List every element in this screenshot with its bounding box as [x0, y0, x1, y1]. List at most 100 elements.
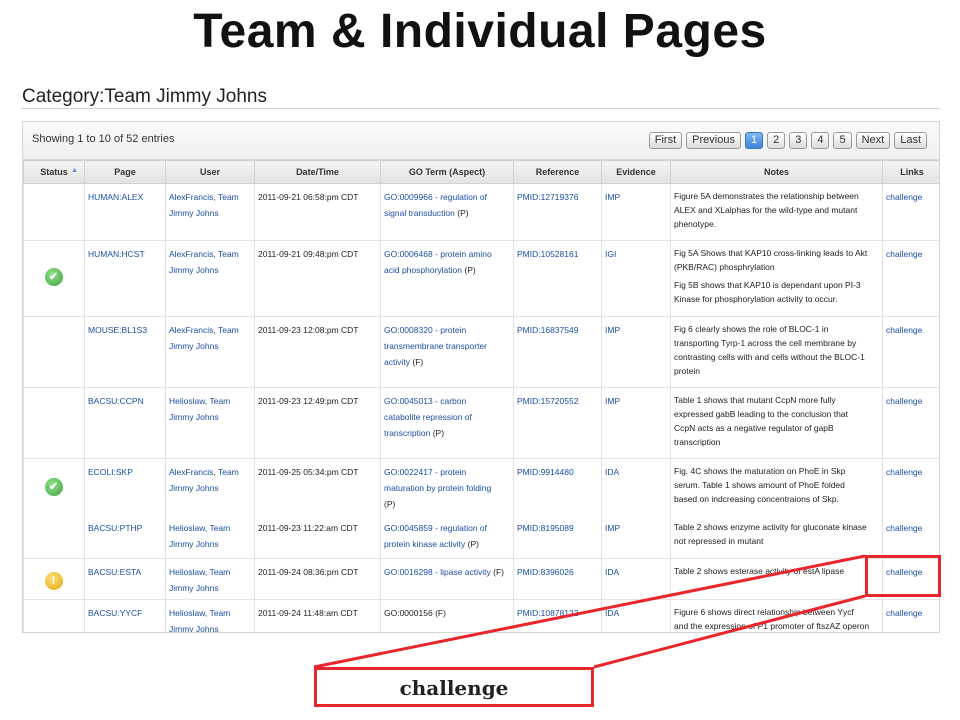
evidence-link[interactable]: IMP — [605, 325, 620, 335]
team-link[interactable]: Jimmy Johns — [169, 583, 219, 593]
goterm-link-cont[interactable]: catabolite repression of — [384, 412, 472, 422]
notes-cell: Fig 6 clearly shows the role of BLOC-1 i… — [670, 316, 883, 388]
user-link[interactable]: AlexFrancis, Team — [169, 249, 239, 259]
evidence-link[interactable]: IDA — [605, 567, 619, 577]
page-link[interactable]: BACSU:CCPN — [88, 396, 144, 406]
reference-link[interactable]: PMID:12719376 — [517, 192, 578, 202]
page-1-button[interactable]: 1 — [744, 132, 764, 149]
page-link[interactable]: BACSU:PTHP — [88, 523, 142, 533]
goterm-link[interactable]: GO:0045013 - carbon — [384, 396, 466, 406]
column-header-evidence[interactable]: Evidence — [601, 160, 671, 184]
previous-page-button[interactable]: Previous — [686, 132, 741, 149]
column-header-datetime[interactable]: Date/Time — [254, 160, 381, 184]
page-link[interactable]: MOUSE:BL1S3 — [88, 325, 147, 335]
user-link[interactable]: Helioslaw, Team — [169, 608, 230, 618]
status-cell: ✔ — [23, 458, 85, 515]
column-header-user[interactable]: User — [165, 160, 255, 184]
page-4-button[interactable]: 4 — [811, 132, 830, 149]
user-link[interactable]: AlexFrancis, Team — [169, 467, 239, 477]
page-3-button[interactable]: 3 — [789, 132, 808, 149]
reference-link[interactable]: PMID:10528161 — [517, 249, 578, 259]
goterm-link[interactable]: GO:0009966 - regulation of — [384, 192, 487, 202]
challenge-link[interactable]: challenge — [886, 467, 922, 477]
first-page-button[interactable]: First — [648, 132, 683, 149]
goterm-link-cont[interactable]: maturation by protein folding — [384, 483, 491, 493]
column-header-notes[interactable]: Notes — [670, 160, 883, 184]
status-cell — [23, 316, 85, 388]
evidence-link[interactable]: IDA — [605, 467, 619, 477]
callout-label: challenge — [399, 676, 509, 700]
column-header-status[interactable]: Status ▲ — [23, 160, 85, 184]
datetime-cell: 2011-09-24 08:36:pm CDT — [254, 558, 381, 600]
challenge-link[interactable]: challenge — [886, 325, 922, 335]
team-link[interactable]: Jimmy Johns — [169, 208, 219, 218]
challenge-callout: challenge — [314, 667, 594, 707]
aspect: (P) — [464, 265, 476, 275]
team-link[interactable]: Jimmy Johns — [169, 483, 219, 493]
goterm-link-cont[interactable]: transmembrane transporter — [384, 341, 487, 351]
column-header-reference[interactable]: Reference — [513, 160, 602, 184]
page-link[interactable]: BACSU:ESTA — [88, 567, 141, 577]
goterm-link[interactable]: GO:0016298 - lipase activity — [384, 567, 491, 577]
reference-link[interactable]: PMID:16837549 — [517, 325, 578, 335]
reference-link[interactable]: PMID:9914480 — [517, 467, 574, 477]
page-link[interactable]: ECOLI:SKP — [88, 467, 133, 477]
challenge-link[interactable]: challenge — [886, 523, 922, 533]
evidence-link[interactable]: IMP — [605, 523, 620, 533]
team-link[interactable]: Jimmy Johns — [169, 624, 219, 633]
notes-cell: Figure 6 shows direct relationship betwe… — [670, 599, 883, 632]
page-link[interactable]: BACSU:YYCF — [88, 608, 142, 618]
reference-link[interactable]: PMID:15720552 — [517, 396, 578, 406]
page-link[interactable]: HUMAN:HCST — [88, 249, 145, 259]
datetime-cell: 2011-09-23 11:22:am CDT — [254, 515, 381, 559]
challenge-link[interactable]: challenge — [886, 249, 922, 259]
next-page-button[interactable]: Next — [855, 132, 891, 149]
column-header-goterm[interactable]: GO Term (Aspect) — [380, 160, 514, 184]
team-link[interactable]: Jimmy Johns — [169, 412, 219, 422]
user-link[interactable]: AlexFrancis, Team — [169, 192, 239, 202]
column-header-links[interactable]: Links — [882, 160, 939, 184]
goterm-link[interactable]: GO:0008320 - protein — [384, 325, 466, 335]
notes-cell: Fig 5A Shows that KAP10 cross-linking le… — [670, 240, 883, 317]
evidence-link[interactable]: IMP — [605, 396, 620, 406]
goterm-link-cont[interactable]: activity — [384, 357, 410, 367]
goterm-link-cont[interactable]: acid phosphorylation — [384, 265, 462, 275]
last-page-button[interactable]: Last — [894, 132, 927, 149]
goterm-link[interactable]: GO:0006468 - protein amino — [384, 249, 492, 259]
evidence-link[interactable]: IDA — [605, 608, 619, 618]
challenge-link[interactable]: challenge — [886, 608, 922, 618]
reference-link[interactable]: PMID:10878122 — [517, 608, 578, 618]
pagination: First Previous 1 2 3 4 5 Next Last — [648, 132, 927, 149]
challenge-link[interactable]: challenge — [886, 396, 922, 406]
evidence-link[interactable]: IGI — [605, 249, 616, 259]
annotations-table: Status ▲ Page User Date/Time GO Term (Asp… — [23, 160, 939, 633]
challenge-link[interactable]: challenge — [886, 192, 922, 202]
evidence-link[interactable]: IMP — [605, 192, 620, 202]
goterm-link-cont[interactable]: protein kinase activity — [384, 539, 465, 549]
goterm-link-cont[interactable]: signal transduction — [384, 208, 455, 218]
goterm-link-cont[interactable]: transcription — [384, 428, 430, 438]
datetime-cell: 2011-09-21 09:48:pm CDT — [254, 240, 381, 317]
page-link[interactable]: HUMAN:ALEX — [88, 192, 143, 202]
reference-link[interactable]: PMID:8396026 — [517, 567, 574, 577]
notes-cell: Table 1 shows that mutant CcpN more full… — [670, 387, 883, 459]
status-cell — [23, 515, 85, 559]
user-link[interactable]: Helioslaw, Team — [169, 523, 230, 533]
table-row: BACSU:CCPN Helioslaw, Team Jimmy Johns 20… — [23, 387, 939, 459]
table-row: BACSU:PTHP Helioslaw, Team Jimmy Johns 20… — [23, 515, 939, 559]
goterm-link[interactable]: GO:0022417 - protein — [384, 467, 466, 477]
datetime-cell: 2011-09-24 11:48:am CDT — [254, 599, 381, 632]
reference-link[interactable]: PMID:8195089 — [517, 523, 574, 533]
page-5-button[interactable]: 5 — [833, 132, 852, 149]
team-link[interactable]: Jimmy Johns — [169, 265, 219, 275]
goterm-link[interactable]: GO:0045859 - regulation of — [384, 523, 487, 533]
column-header-page[interactable]: Page — [84, 160, 166, 184]
team-link[interactable]: Jimmy Johns — [169, 539, 219, 549]
team-link[interactable]: Jimmy Johns — [169, 341, 219, 351]
user-link[interactable]: AlexFrancis, Team — [169, 325, 239, 335]
user-link[interactable]: Helioslaw, Team — [169, 567, 230, 577]
page-2-button[interactable]: 2 — [767, 132, 786, 149]
user-link[interactable]: Helioslaw, Team — [169, 396, 230, 406]
notes-cell: Table 2 shows enzyme activity for glucon… — [670, 515, 883, 559]
table-toolbar: Showing 1 to 10 of 52 entries First Prev… — [23, 122, 939, 160]
